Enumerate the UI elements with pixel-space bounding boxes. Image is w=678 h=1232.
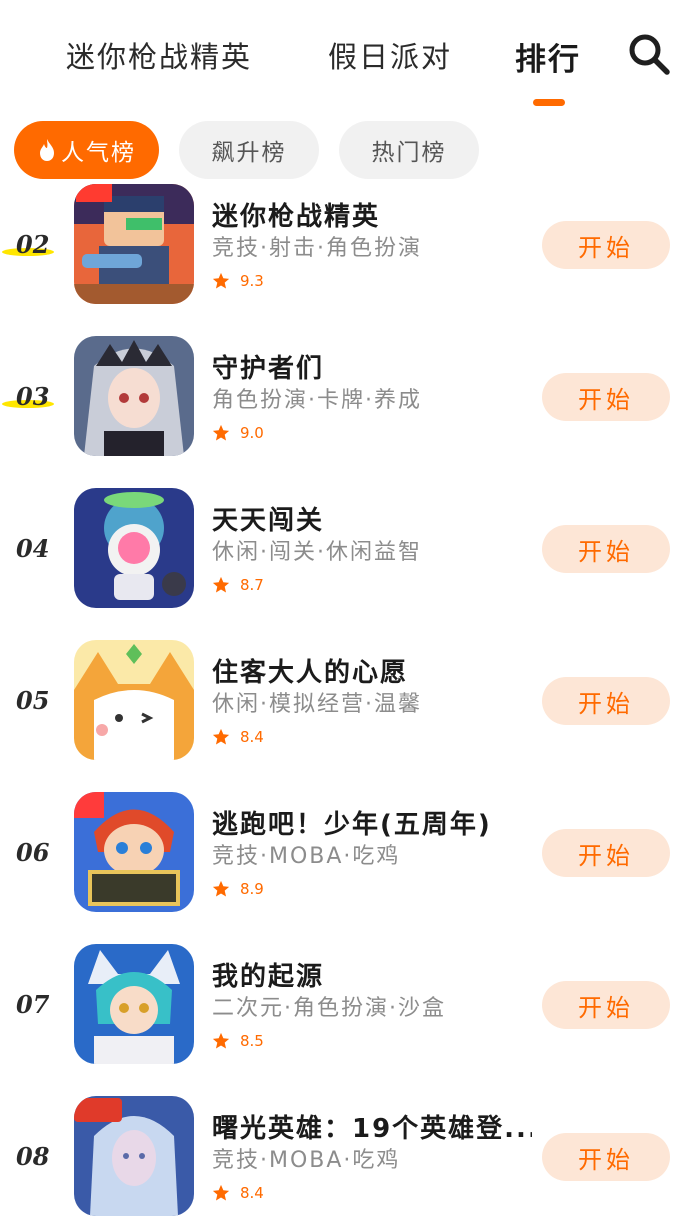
start-button[interactable]: 开始 <box>542 525 670 573</box>
game-tags: 休闲·模拟经营·温馨 <box>212 692 422 717</box>
boy-game-icon[interactable] <box>74 792 194 912</box>
start-button[interactable]: 开始 <box>542 981 670 1029</box>
astronaut-game-icon[interactable] <box>74 488 194 608</box>
game-title[interactable]: 我的起源 <box>212 956 324 993</box>
rating-score: 9.3 <box>240 272 264 290</box>
game-rating: 9.3 <box>212 272 264 290</box>
list-item[interactable]: 06 逃跑吧！少年(五周年) 竞技·MOBA·吃鸡 8.9 开始 <box>0 792 678 916</box>
game-rating: 9.0 <box>212 424 264 442</box>
game-title[interactable]: 住客大人的心愿 <box>212 652 408 689</box>
game-rating: 8.7 <box>212 576 264 594</box>
game-tags: 竞技·MOBA·吃鸡 <box>212 1148 401 1173</box>
star-icon <box>212 272 230 289</box>
rank-number: 04 <box>16 534 50 563</box>
rating-score: 8.5 <box>240 1032 264 1050</box>
rating-score: 8.4 <box>240 728 264 746</box>
anime-girl-game-icon[interactable] <box>74 336 194 456</box>
cat-game-icon[interactable] <box>74 640 194 760</box>
game-rating: 8.5 <box>212 1032 264 1050</box>
list-item[interactable]: 02 迷你枪战精英 竞技·射击·角色扮演 9.3 开始 <box>0 184 678 308</box>
ranking-list: 02 迷你枪战精英 竞技·射击·角色扮演 9.3 开始 03 守护者们 角色扮演… <box>0 0 678 1232</box>
rank-number: 08 <box>16 1142 50 1171</box>
list-item[interactable]: 05 住客大人的心愿 休闲·模拟经营·温馨 8.4 开始 <box>0 640 678 764</box>
star-icon <box>212 728 230 745</box>
game-title[interactable]: 天天闯关 <box>212 500 324 537</box>
list-item[interactable]: 04 天天闯关 休闲·闯关·休闲益智 8.7 开始 <box>0 488 678 612</box>
start-button[interactable]: 开始 <box>542 677 670 725</box>
game-title[interactable]: 曙光英雄：19个英雄登... <box>212 1108 532 1145</box>
list-item[interactable]: 08 曙光英雄：19个英雄登... 竞技·MOBA·吃鸡 8.4 开始 <box>0 1096 678 1220</box>
start-button[interactable]: 开始 <box>542 373 670 421</box>
star-icon <box>212 1032 230 1049</box>
fox-girl-game-icon[interactable] <box>74 944 194 1064</box>
game-rating: 8.4 <box>212 1184 264 1202</box>
list-item[interactable]: 03 守护者们 角色扮演·卡牌·养成 9.0 开始 <box>0 336 678 460</box>
rating-score: 8.7 <box>240 576 264 594</box>
game-title[interactable]: 逃跑吧！少年(五周年) <box>212 804 492 841</box>
game-rating: 8.9 <box>212 880 264 898</box>
start-button[interactable]: 开始 <box>542 1133 670 1181</box>
rank-number: 06 <box>16 838 50 867</box>
star-icon <box>212 1184 230 1201</box>
rank-number: 05 <box>16 686 50 715</box>
game-rating: 8.4 <box>212 728 264 746</box>
rank-number: 02 <box>2 230 56 260</box>
soldier-game-icon[interactable] <box>74 184 194 304</box>
rating-score: 8.9 <box>240 880 264 898</box>
game-tags: 竞技·射击·角色扮演 <box>212 236 422 261</box>
elf-hero-game-icon[interactable] <box>74 1096 194 1216</box>
game-tags: 休闲·闯关·休闲益智 <box>212 540 422 565</box>
game-tags: 角色扮演·卡牌·养成 <box>212 388 422 413</box>
game-title[interactable]: 迷你枪战精英 <box>212 196 380 233</box>
star-icon <box>212 576 230 593</box>
game-tags: 竞技·MOBA·吃鸡 <box>212 844 401 869</box>
start-button[interactable]: 开始 <box>542 829 670 877</box>
star-icon <box>212 880 230 897</box>
game-tags: 二次元·角色扮演·沙盒 <box>212 996 446 1021</box>
star-icon <box>212 424 230 441</box>
rank-number: 07 <box>16 990 50 1019</box>
rating-score: 8.4 <box>240 1184 264 1202</box>
rank-number: 03 <box>2 382 56 412</box>
list-item[interactable]: 07 我的起源 二次元·角色扮演·沙盒 8.5 开始 <box>0 944 678 1068</box>
start-button[interactable]: 开始 <box>542 221 670 269</box>
game-title[interactable]: 守护者们 <box>212 348 324 385</box>
rating-score: 9.0 <box>240 424 264 442</box>
